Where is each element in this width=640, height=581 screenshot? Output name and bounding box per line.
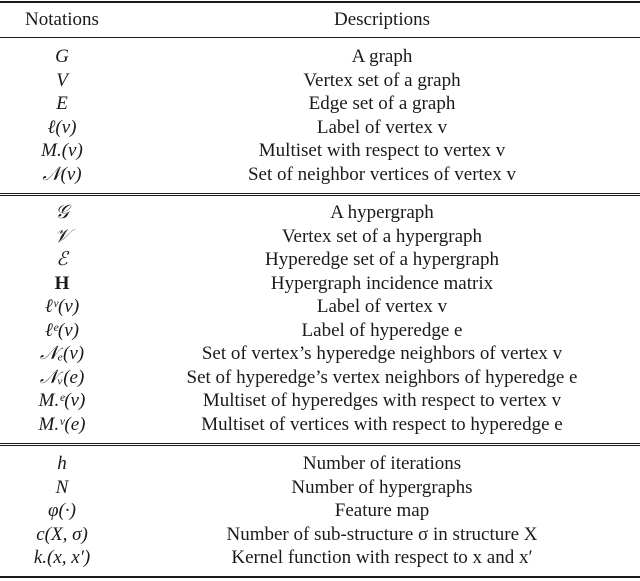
bottom-rule (0, 576, 640, 578)
notation-cell: ℓ(v) (47, 116, 77, 138)
table-row: ℰ Hyperedge set of a hypergraph (0, 248, 640, 271)
table-row: M.ᵛ(e) Multiset of vertices with respect… (0, 413, 640, 436)
notation-cell: N (55, 476, 69, 498)
table-row: E Edge set of a graph (0, 92, 640, 115)
header-row: Notations Descriptions (0, 8, 640, 31)
table-row: V Vertex set of a graph (0, 69, 640, 92)
table-row: c(X, σ) Number of sub-structure σ in str… (0, 523, 640, 546)
table-row: 𝒱 Vertex set of a hypergraph (0, 225, 640, 248)
notation-cell: M.(v) (41, 140, 83, 161)
table-row: M.(v) Multiset with respect to vertex v (0, 139, 640, 162)
table-row: 𝒢 A hypergraph (0, 201, 640, 224)
header-rule (0, 37, 640, 38)
notation-cell: 𝒱 (54, 225, 70, 247)
description-cell: Kernel function with respect to x and x′ (231, 547, 533, 568)
notation-cell: 𝒩ₑ(v) (39, 343, 85, 364)
description-cell: Label of hyperedge e (301, 319, 463, 341)
table-row: 𝒩ᵥ(e) Set of hyperedge’s vertex neighbor… (0, 366, 640, 389)
notation-cell: V (56, 69, 68, 91)
description-cell: Vertex set of a hypergraph (281, 225, 483, 247)
table-row: 𝒩(v) Set of neighbor vertices of vertex … (0, 163, 640, 186)
section-rule (0, 193, 640, 194)
section-rule (0, 445, 640, 446)
table-row: k.(x, x′) Kernel function with respect t… (0, 546, 640, 569)
notation-cell: 𝒩(v) (42, 163, 82, 185)
table-row: φ(·) Feature map (0, 499, 640, 522)
table-row: M.ᵉ(v) Multiset of hyperedges with respe… (0, 389, 640, 412)
description-cell: Set of vertex’s hyperedge neighbors of v… (201, 343, 563, 364)
description-cell: Multiset of vertices with respect to hyp… (201, 413, 563, 435)
notation-cell: 𝒩ᵥ(e) (39, 366, 85, 388)
description-cell: Vertex set of a graph (303, 69, 461, 91)
notation-cell: 𝒢 (55, 202, 69, 223)
description-cell: Number of sub-structure σ in structure X (226, 523, 538, 545)
description-cell: Set of neighbor vertices of vertex v (247, 163, 517, 185)
section-rule (0, 443, 640, 444)
description-cell: Set of hyperedge’s vertex neighbors of h… (186, 366, 578, 388)
description-cell: Hyperedge set of a hypergraph (265, 249, 499, 270)
table-row: h Number of iterations (0, 452, 640, 475)
table-row: G A graph (0, 45, 640, 68)
table-row: ℓᵉ(v) Label of hyperedge e (0, 319, 640, 342)
notation-cell: ℰ (56, 249, 68, 270)
description-cell: A graph (351, 46, 413, 67)
notation-cell: k.(x, x′) (33, 547, 91, 568)
table-row: H Hypergraph incidence matrix (0, 272, 640, 295)
notation-cell: H (54, 272, 70, 294)
notation-cell: h (57, 453, 67, 474)
notation-cell: M.ᵛ(e) (38, 413, 86, 435)
notation-cell: E (56, 93, 68, 114)
description-cell: Edge set of a graph (308, 93, 456, 114)
description-cell: Multiset of hyperedges with respect to v… (202, 390, 562, 411)
description-cell: Multiset with respect to vertex v (258, 140, 506, 161)
table-row: ℓ(v) Label of vertex v (0, 116, 640, 139)
notation-cell: ℓᵉ(v) (45, 319, 79, 341)
description-cell: Number of hypergraphs (291, 476, 473, 498)
description-cell: Number of iterations (302, 453, 462, 474)
notation-cell: G (55, 46, 69, 67)
top-rule (0, 1, 640, 3)
description-cell: A hypergraph (330, 202, 434, 223)
table-row: 𝒩ₑ(v) Set of vertex’s hyperedge neighbor… (0, 342, 640, 365)
header-notations: Notations (25, 9, 99, 30)
notation-cell: M.ᵉ(v) (38, 390, 86, 411)
description-cell: Label of vertex v (316, 296, 448, 317)
table-row: ℓᵛ(v) Label of vertex v (0, 295, 640, 318)
section-rule (0, 195, 640, 196)
notation-cell: φ(·) (48, 500, 76, 521)
description-cell: Label of vertex v (316, 116, 448, 138)
notation-cell: c(X, σ) (36, 523, 88, 545)
description-cell: Hypergraph incidence matrix (270, 272, 494, 294)
table-row: N Number of hypergraphs (0, 476, 640, 499)
header-descriptions: Descriptions (333, 9, 431, 30)
notation-cell: ℓᵛ(v) (44, 296, 80, 317)
description-cell: Feature map (334, 500, 430, 521)
